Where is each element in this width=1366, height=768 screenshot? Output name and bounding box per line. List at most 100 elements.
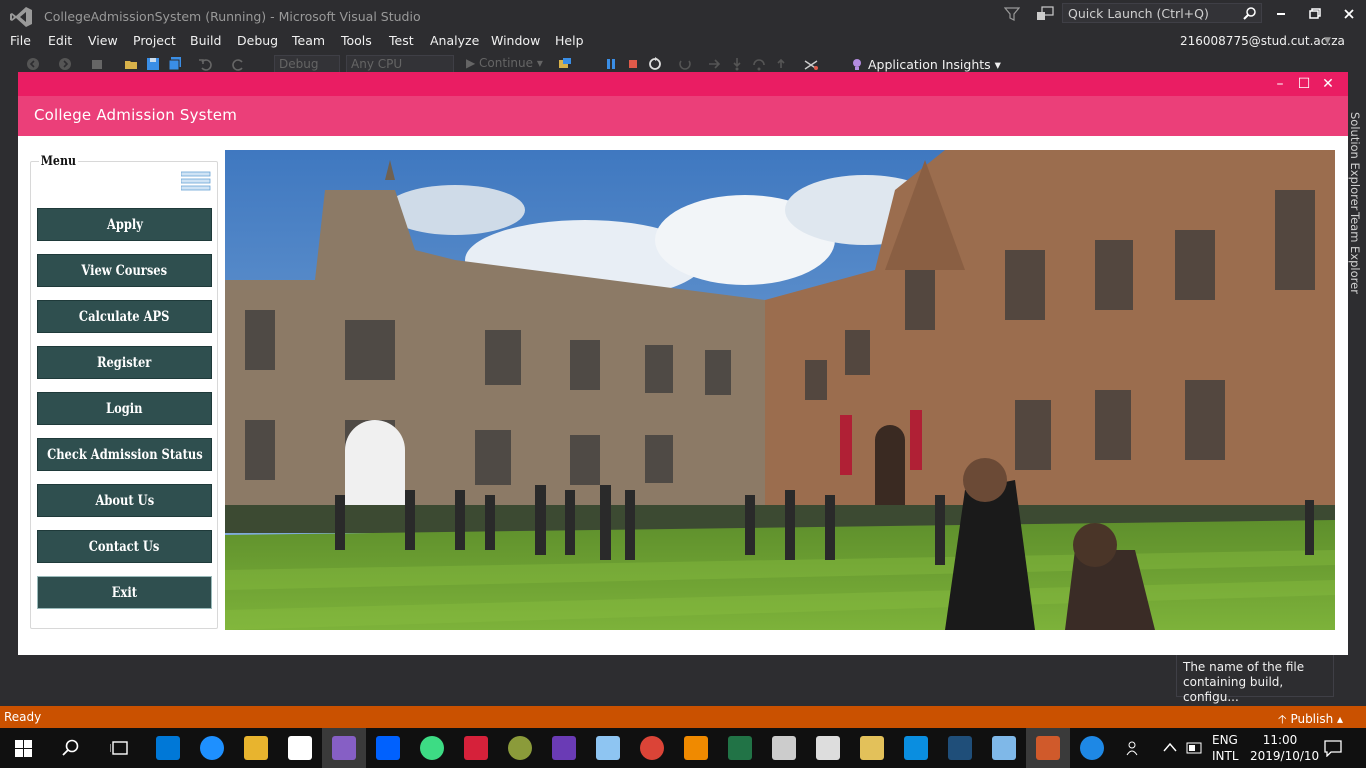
notification-icon[interactable]: [1324, 739, 1342, 757]
git-icon[interactable]: [772, 736, 796, 760]
menu-edit[interactable]: Edit: [48, 33, 72, 48]
search-icon[interactable]: [1243, 6, 1257, 20]
vs-code-icon[interactable]: [552, 736, 576, 760]
step-over-icon[interactable]: [752, 57, 766, 71]
calculate-aps-label: Calculate APS: [79, 308, 170, 325]
stop-icon[interactable]: [626, 57, 640, 71]
campus-photo: [225, 150, 1335, 630]
undo-icon[interactable]: [198, 57, 212, 71]
chrome-icon[interactable]: [640, 736, 664, 760]
app-title-bar: – ☐ ✕: [18, 72, 1348, 96]
tab-team-explorer[interactable]: Team Explorer: [1348, 212, 1362, 294]
application-insights-button[interactable]: Application Insights ▾: [868, 57, 1001, 72]
login-button[interactable]: Login: [37, 392, 212, 425]
edge-icon[interactable]: [200, 736, 224, 760]
menu-tools[interactable]: Tools: [341, 33, 372, 48]
menu-build[interactable]: Build: [190, 33, 221, 48]
menu-test[interactable]: Test: [389, 33, 414, 48]
feedback-icon[interactable]: [1036, 6, 1054, 22]
new-project-icon[interactable]: [90, 57, 104, 71]
save-all-icon[interactable]: [168, 57, 182, 71]
check-admission-status-button[interactable]: Check Admission Status: [37, 438, 212, 471]
menu-project[interactable]: Project: [133, 33, 176, 48]
menu-help[interactable]: Help: [555, 33, 584, 48]
eclipse-icon[interactable]: [508, 736, 532, 760]
running-app-icon[interactable]: [1036, 736, 1060, 760]
about-us-button[interactable]: About Us: [37, 484, 212, 517]
battery-icon[interactable]: [1186, 742, 1204, 754]
account-name[interactable]: 216008775@stud.cut.ac.za: [1180, 34, 1345, 48]
clock[interactable]: 11:00 2019/10/10: [1250, 732, 1320, 764]
redo-icon[interactable]: [232, 57, 246, 71]
help-icon[interactable]: [1080, 736, 1104, 760]
chevron-up-icon[interactable]: [1163, 742, 1177, 752]
about-us-label: About Us: [95, 492, 154, 509]
menu-team[interactable]: Team: [292, 33, 325, 48]
contact-us-button[interactable]: Contact Us: [37, 530, 212, 563]
restore-icon[interactable]: [1300, 4, 1330, 24]
vs-status-bar: Ready 🡡 Publish ▴: [0, 706, 1366, 728]
people-icon[interactable]: [1126, 740, 1142, 756]
vs-side-tool-strip: Solution Explorer Team Explorer: [1346, 96, 1366, 696]
navigate-forward-icon[interactable]: [58, 57, 72, 71]
check-admission-status-label: Check Admission Status: [46, 446, 203, 463]
app-close-icon[interactable]: ✕: [1316, 74, 1340, 94]
amazon-icon[interactable]: [288, 736, 312, 760]
vs-title-bar: CollegeAdmissionSystem (Running) - Micro…: [0, 0, 1366, 32]
tab-solution-explorer[interactable]: Solution Explorer: [1348, 112, 1362, 210]
clock-date: 2019/10/10: [1250, 749, 1320, 763]
paint-icon[interactable]: [860, 736, 884, 760]
sql-server-icon[interactable]: [948, 736, 972, 760]
step-out-icon[interactable]: [774, 57, 788, 71]
restart-icon[interactable]: [648, 57, 662, 71]
android-studio-icon[interactable]: [420, 736, 444, 760]
show-next-statement-icon[interactable]: [708, 57, 722, 71]
publish-label: Publish: [1290, 712, 1334, 726]
menu-window[interactable]: Window: [491, 33, 540, 48]
hamburger-menu-icon[interactable]: [181, 171, 211, 191]
menu-file[interactable]: File: [10, 33, 31, 48]
snipping-tool-icon[interactable]: [464, 736, 488, 760]
task-view-icon[interactable]: [110, 739, 130, 757]
visual-studio-icon[interactable]: [332, 736, 356, 760]
vs-window-title: CollegeAdmissionSystem (Running) - Micro…: [44, 9, 421, 24]
language-indicator[interactable]: ENG INTL: [1212, 732, 1239, 764]
menu-debug[interactable]: Debug: [237, 33, 278, 48]
notepad-icon[interactable]: [992, 736, 1016, 760]
vlc-icon[interactable]: [684, 736, 708, 760]
search-icon[interactable]: [62, 739, 80, 757]
browser-link-icon[interactable]: [558, 57, 572, 71]
step-into-icon[interactable]: [730, 57, 744, 71]
windows-start-icon[interactable]: [15, 740, 32, 757]
hot-reload-icon[interactable]: [804, 57, 818, 71]
character-map-icon[interactable]: [816, 736, 840, 760]
file-explorer-icon[interactable]: [244, 736, 268, 760]
calculate-aps-button[interactable]: Calculate APS: [37, 300, 212, 333]
exit-button[interactable]: Exit: [37, 576, 212, 609]
project-app-icon[interactable]: [728, 736, 752, 760]
quick-launch-input[interactable]: Quick Launch (Ctrl+Q): [1062, 3, 1262, 23]
save-icon[interactable]: [146, 57, 160, 71]
app-maximize-icon[interactable]: ☐: [1292, 74, 1316, 94]
instagram-icon[interactable]: [904, 736, 928, 760]
step-back-icon[interactable]: [678, 57, 692, 71]
quick-launch-placeholder: Quick Launch (Ctrl+Q): [1068, 6, 1209, 21]
app-minimize-icon[interactable]: –: [1268, 74, 1292, 94]
apply-button[interactable]: Apply: [37, 208, 212, 241]
register-button[interactable]: Register: [37, 346, 212, 379]
chevron-down-icon[interactable]: ▼: [1324, 36, 1331, 46]
close-icon[interactable]: [1334, 4, 1364, 24]
minimize-icon[interactable]: [1266, 4, 1296, 24]
menu-analyze[interactable]: Analyze: [430, 33, 479, 48]
menu-group: Menu Apply View Courses Calculate APS Re…: [30, 154, 218, 629]
continue-button[interactable]: ▶ Continue ▾: [466, 56, 543, 70]
dropbox-icon[interactable]: [376, 736, 400, 760]
store-icon[interactable]: [156, 736, 180, 760]
open-file-icon[interactable]: [124, 57, 138, 71]
menu-view[interactable]: View: [88, 33, 118, 48]
box-app-icon[interactable]: [596, 736, 620, 760]
view-courses-button[interactable]: View Courses: [37, 254, 212, 287]
pause-icon[interactable]: [604, 57, 618, 71]
navigate-back-icon[interactable]: [26, 57, 40, 71]
notification-filter-icon[interactable]: [1004, 6, 1020, 22]
